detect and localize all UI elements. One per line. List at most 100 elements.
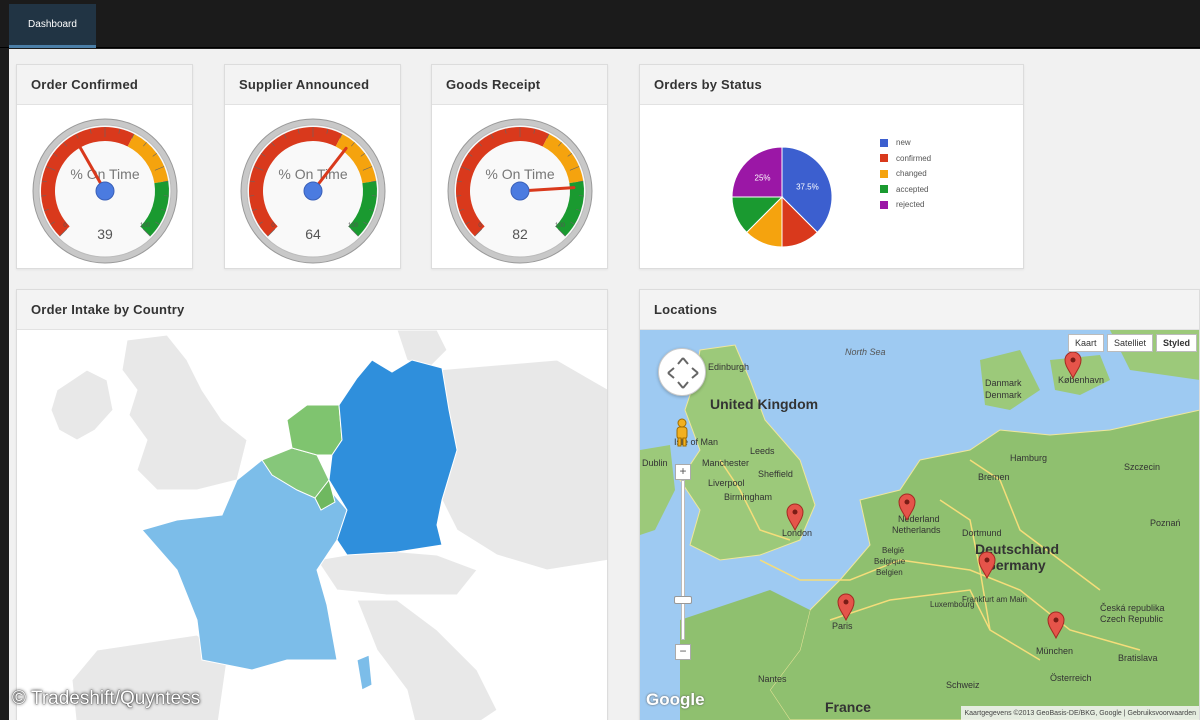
map-pan-control[interactable] [658, 348, 706, 396]
legend-label: new [896, 138, 911, 148]
map-type-kaart-button[interactable]: Kaart [1068, 334, 1104, 352]
italy-region[interactable] [356, 599, 498, 720]
map-label: Dortmund [962, 528, 1002, 538]
map-label: Bratislava [1118, 653, 1158, 663]
pie-legend: new confirmed changed accepted rejected [880, 135, 931, 213]
alpine-region[interactable] [316, 549, 478, 596]
map-label: Frankfurt am Main [962, 595, 1027, 604]
map-label: Österreich [1050, 673, 1092, 683]
pan-arrows-icon [667, 357, 699, 389]
map-label: London [782, 528, 812, 538]
gauge-value: 64 [305, 226, 321, 242]
legend-item-confirmed: confirmed [880, 151, 931, 167]
legend-item-rejected: rejected [880, 197, 931, 213]
zoom-out-button[interactable]: − [675, 644, 691, 660]
map-label: Nantes [758, 674, 787, 684]
legend-swatch [880, 185, 888, 194]
gauge-needle-hub [510, 181, 530, 201]
order-intake-choropleth-map [50, 330, 608, 720]
dashboard-content: Order Confirmed % On Time 0 100 39 Suppl… [9, 49, 1200, 720]
legend-label: rejected [896, 200, 925, 210]
card-title: Goods Receipt [432, 65, 607, 105]
map-label: Liverpool [708, 478, 745, 488]
legend-swatch [880, 154, 888, 163]
corsica-region[interactable] [356, 654, 373, 691]
order-confirmed-card: Order Confirmed % On Time 0 100 39 [16, 64, 193, 269]
goods-receipt-gauge: % On Time 0 100 82 [447, 118, 593, 264]
map-label: Denmark [985, 390, 1022, 400]
zoom-slider-track[interactable] [681, 480, 685, 640]
map-label: North Sea [845, 347, 886, 357]
map-label: België [882, 546, 905, 555]
map-label: Danmark [985, 378, 1022, 388]
gauge-value: 39 [97, 226, 113, 242]
google-logo: Google [646, 690, 705, 709]
card-title: Order Intake by Country [17, 290, 607, 330]
germany-region[interactable] [328, 359, 458, 556]
map-label: Sheffield [758, 469, 793, 479]
order-intake-by-country-card: Order Intake by Country [16, 289, 608, 720]
top-navigation-bar: Dashboard [0, 0, 1200, 48]
legend-swatch [880, 200, 888, 209]
legend-label: confirmed [896, 153, 932, 163]
legend-item-accepted: accepted [880, 182, 931, 198]
gauge-max: 100 [555, 223, 566, 229]
legend-swatch [880, 138, 888, 147]
locations-map[interactable]: North Sea United Kingdom Deutschland Ger… [640, 330, 1200, 720]
gauge-label: % On Time [70, 166, 139, 182]
map-label: Paris [832, 621, 853, 631]
zoom-in-button[interactable]: + [675, 464, 691, 480]
uk-region[interactable] [121, 334, 248, 491]
map-label: København [1058, 375, 1104, 385]
street-view-pegman-icon[interactable] [674, 418, 690, 448]
map-type-satelliet-button[interactable]: Satelliet [1107, 334, 1154, 352]
gauge-max: 100 [140, 223, 151, 229]
pie-slice-label: 25% [755, 174, 771, 183]
map-label: Hamburg [1010, 453, 1047, 463]
orders-by-status-card: Orders by Status 37.5% 25% new confirmed … [639, 64, 1024, 269]
map-label: Edinburgh [708, 362, 749, 372]
pie-slice-rejected[interactable] [731, 146, 783, 198]
ireland-region[interactable] [50, 369, 114, 441]
card-title: Orders by Status [640, 65, 1023, 105]
map-label: Belgien [876, 568, 903, 577]
gauge-max: 100 [348, 223, 359, 229]
pie-slice-label: 37.5% [796, 182, 819, 191]
gauge-needle-hub [303, 181, 323, 201]
map-label: Germany [985, 557, 1046, 573]
map-label: Belgique [874, 557, 906, 566]
map-label: Manchester [702, 458, 749, 468]
legend-label: changed [896, 169, 927, 179]
netherlands-region[interactable] [286, 404, 343, 456]
map-label: Birmingham [724, 492, 772, 502]
map-label: France [825, 699, 871, 715]
map-label: United Kingdom [710, 396, 818, 412]
map-label: Bremen [978, 472, 1010, 482]
locations-card: Locations North Sea United Kingdom Deuts… [639, 289, 1200, 720]
card-title: Supplier Announced [225, 65, 400, 105]
gauge-needle-hub [95, 181, 115, 201]
map-label: Leeds [750, 446, 775, 456]
tab-dashboard[interactable]: Dashboard [9, 4, 96, 48]
legend-item-changed: changed [880, 166, 931, 182]
card-title: Locations [640, 290, 1199, 330]
orders-by-status-pie-chart: 37.5% 25% [731, 146, 833, 248]
eastern-europe-region[interactable] [436, 359, 608, 571]
legend-item-new: new [880, 135, 931, 151]
map-label: Schweiz [946, 680, 980, 690]
legend-label: accepted [896, 184, 929, 194]
map-label: Deutschland [975, 541, 1059, 557]
map-label: Nederland [898, 514, 940, 524]
supplier-announced-card: Supplier Announced % On Time 0 100 64 [224, 64, 401, 269]
goods-receipt-card: Goods Receipt % On Time 0 100 82 [431, 64, 608, 269]
gauge-label: % On Time [278, 166, 347, 182]
map-attribution[interactable]: Kaartgegevens ©2013 GeoBasis-DE/BKG, Goo… [960, 706, 1199, 720]
map-type-styled-button[interactable]: Styled [1156, 334, 1198, 352]
map-label: Česká republika [1100, 603, 1165, 613]
zoom-slider-thumb[interactable] [674, 596, 692, 604]
map-label: München [1036, 646, 1073, 656]
map-label: Dublin [642, 458, 668, 468]
map-canvas[interactable]: North Sea United Kingdom Deutschland Ger… [640, 330, 1200, 720]
map-label: Netherlands [892, 525, 941, 535]
order-confirmed-gauge: % On Time 0 100 39 [32, 118, 178, 264]
